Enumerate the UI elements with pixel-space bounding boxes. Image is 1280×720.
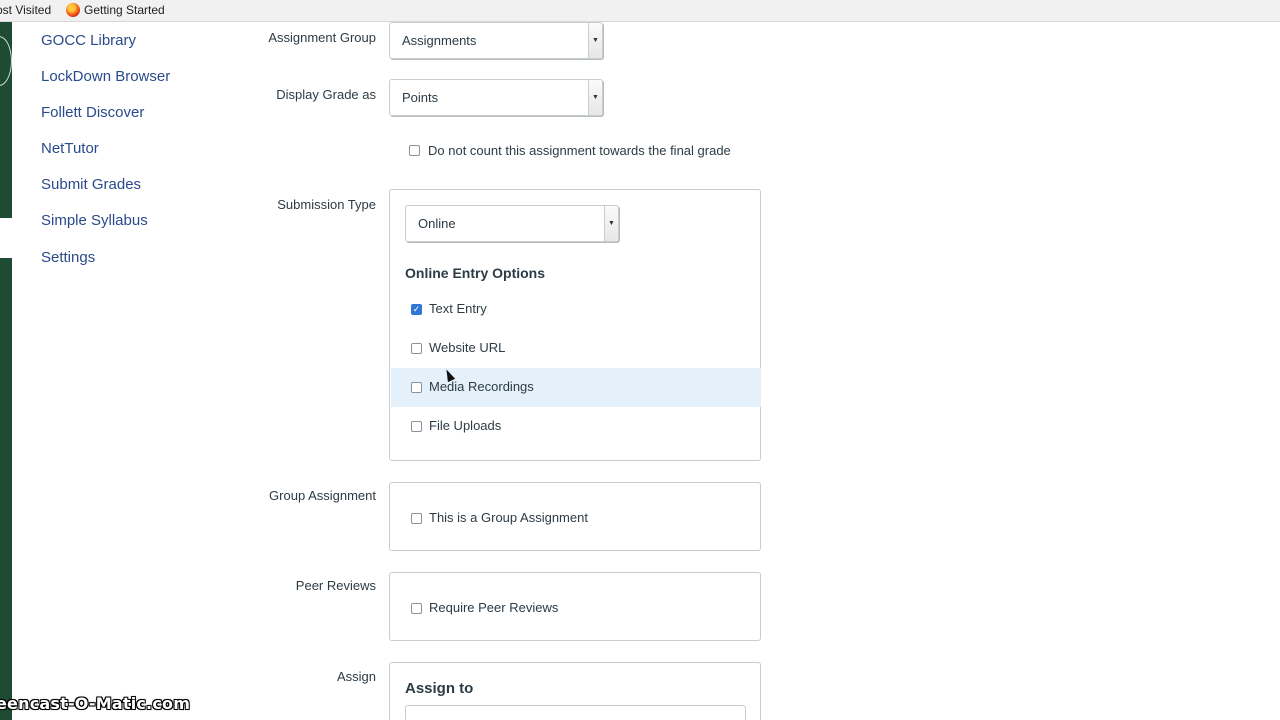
global-nav-gap — [0, 218, 12, 258]
select-arrow-icon: ▼ — [604, 206, 618, 241]
submission-type-panel: Online ▼ Online Entry Options ✓ Text Ent… — [389, 189, 761, 461]
course-nav-nettutor[interactable]: NetTutor — [41, 140, 99, 157]
peer-reviews-checkbox[interactable] — [411, 603, 422, 614]
course-nav-settings[interactable]: Settings — [41, 249, 95, 266]
course-nav-simple-syllabus[interactable]: Simple Syllabus — [41, 212, 148, 229]
online-entry-options-heading: Online Entry Options — [405, 265, 546, 281]
text-entry-checkbox[interactable]: ✓ — [411, 304, 422, 315]
group-assignment-panel: This is a Group Assignment — [389, 482, 761, 551]
assign-to-heading: Assign to — [405, 680, 474, 697]
bookmark-most-visited[interactable]: ost Visited — [0, 3, 51, 17]
website-url-checkbox[interactable] — [411, 343, 422, 354]
display-grade-label: Display Grade as — [276, 87, 376, 102]
bookmark-getting-started[interactable]: Getting Started — [66, 3, 165, 17]
display-grade-value: Points — [402, 90, 439, 105]
assign-to-input[interactable] — [405, 705, 746, 720]
text-entry-label[interactable]: Text Entry — [429, 301, 487, 316]
no-count-label: Do not count this assignment towards the… — [428, 143, 731, 158]
select-arrow-icon: ▼ — [588, 80, 602, 115]
group-assignment-label: Group Assignment — [269, 488, 376, 503]
assign-label: Assign — [336, 669, 376, 684]
firefox-icon — [66, 3, 80, 17]
screencast-watermark: eencast-O-Matic.com — [0, 694, 191, 713]
group-assignment-checkbox[interactable] — [411, 513, 422, 524]
course-nav-lockdown-browser[interactable]: LockDown Browser — [41, 68, 170, 85]
submission-type-value: Online — [418, 216, 456, 231]
bookmark-getting-started-label: Getting Started — [84, 3, 165, 17]
assignment-group-select[interactable]: Assignments ▼ — [389, 22, 603, 59]
file-uploads-checkbox[interactable] — [411, 421, 422, 432]
course-nav-submit-grades[interactable]: Submit Grades — [41, 176, 141, 193]
file-uploads-label[interactable]: File Uploads — [429, 418, 501, 433]
submission-type-select[interactable]: Online ▼ — [405, 205, 619, 242]
no-count-checkbox[interactable] — [409, 145, 420, 156]
display-grade-select[interactable]: Points ▼ — [389, 79, 603, 116]
peer-reviews-label: Peer Reviews — [295, 578, 376, 593]
course-nav-follett-discover[interactable]: Follett Discover — [41, 104, 144, 121]
assignment-group-label: Assignment Group — [268, 30, 376, 45]
global-nav-strip — [0, 22, 12, 720]
submission-type-label: Submission Type — [277, 197, 376, 212]
website-url-label[interactable]: Website URL — [429, 340, 505, 355]
peer-reviews-option-label[interactable]: Require Peer Reviews — [429, 600, 558, 615]
course-nav-gocc-library[interactable]: GOCC Library — [41, 32, 136, 49]
bookmarks-bar: ost Visited Getting Started — [0, 0, 1280, 22]
select-arrow-icon: ▼ — [588, 23, 602, 58]
media-recordings-label[interactable]: Media Recordings — [429, 379, 534, 394]
assign-panel: Assign to — [389, 662, 761, 720]
group-assignment-option-label[interactable]: This is a Group Assignment — [429, 510, 588, 525]
media-recordings-checkbox[interactable] — [411, 382, 422, 393]
assignment-group-value: Assignments — [402, 33, 477, 48]
peer-reviews-panel: Require Peer Reviews — [389, 572, 761, 641]
